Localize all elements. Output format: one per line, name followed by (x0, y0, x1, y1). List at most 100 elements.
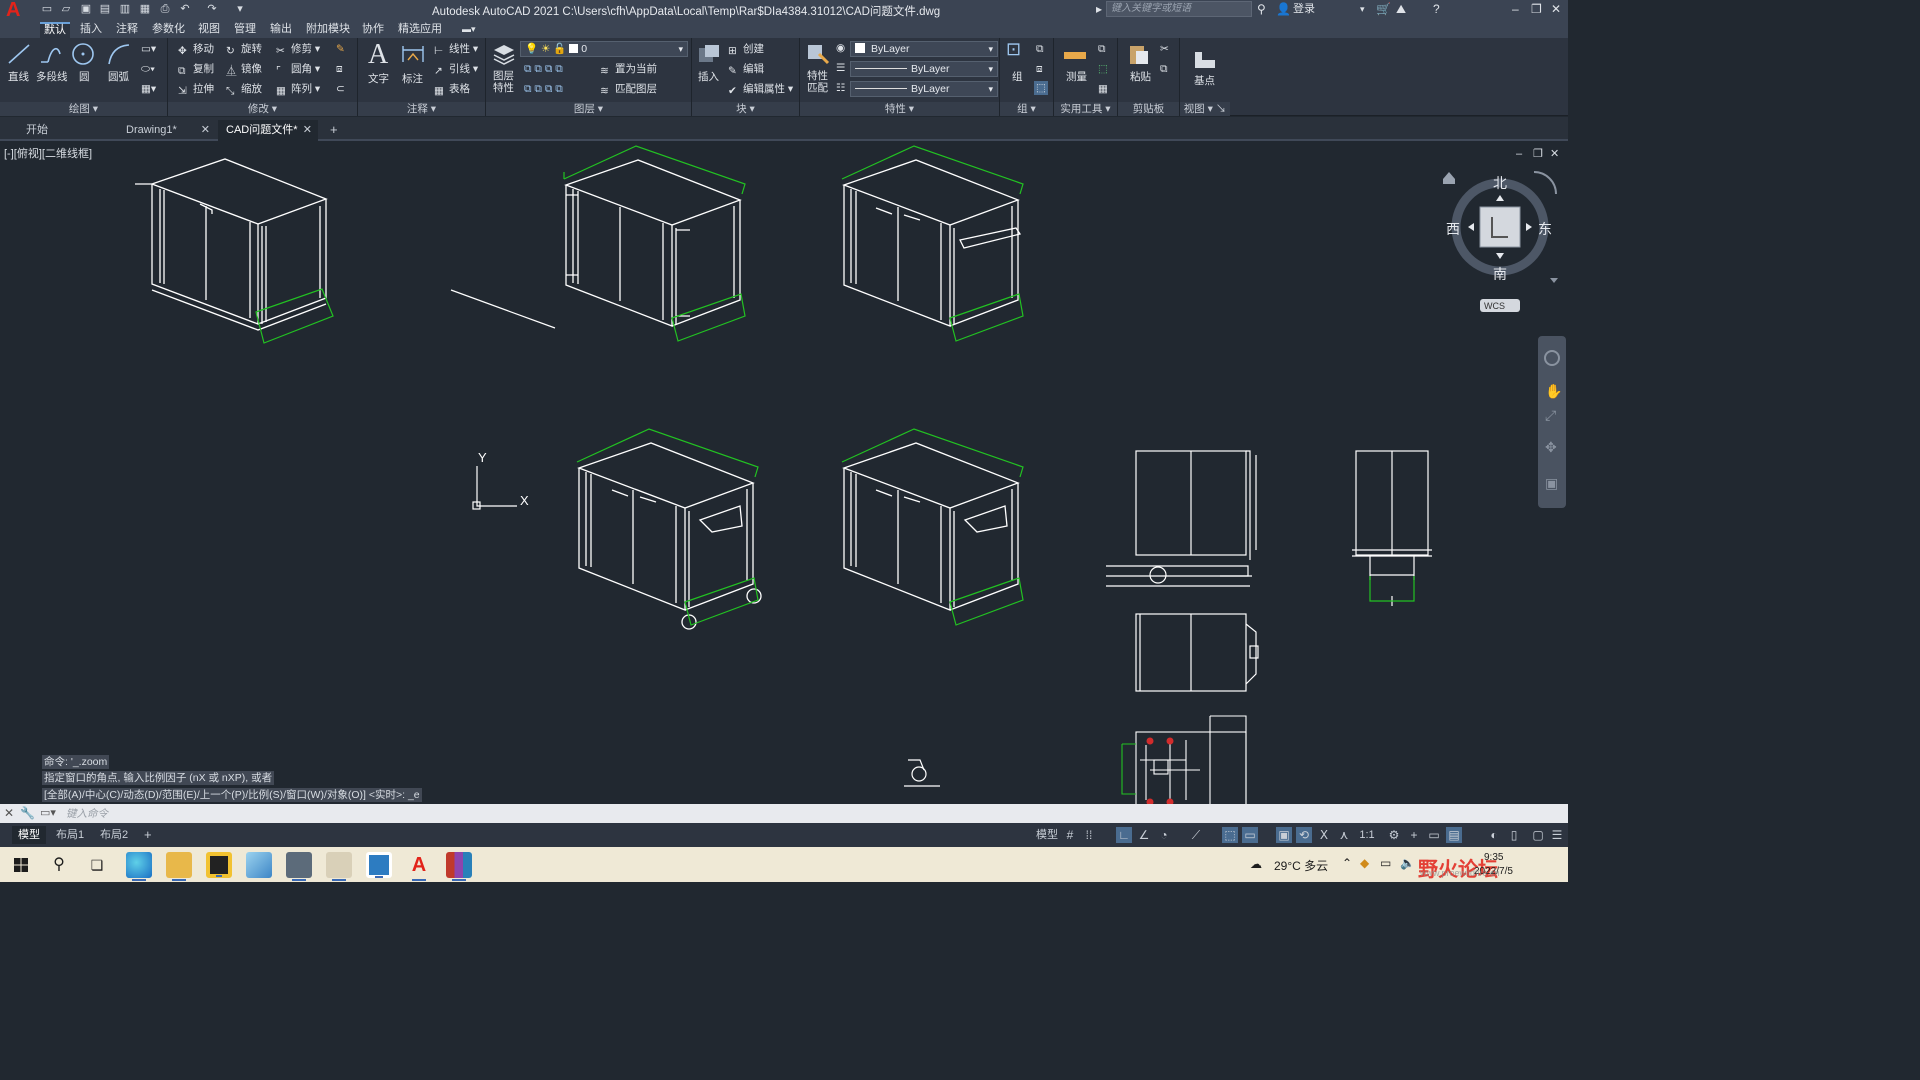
match-layer-button[interactable]: ≋ 匹配图层 (600, 82, 657, 97)
panel-modify-title[interactable]: 修改 ▾ (168, 102, 357, 116)
paste-button[interactable]: 粘贴 (1130, 70, 1151, 84)
copy-clip-icon[interactable]: ⧉ (1160, 62, 1168, 76)
file-explorer-icon[interactable] (166, 852, 192, 881)
command-input[interactable]: 键入命令 (66, 806, 108, 821)
tab-featured-apps[interactable]: 精选应用 (394, 22, 446, 38)
array-button[interactable]: ▦ 阵列 ▾ (276, 82, 320, 97)
tab-addins[interactable]: 附加模块 (302, 22, 354, 38)
login-dropdown-icon[interactable]: ▾ (1360, 2, 1365, 17)
compass-west-label[interactable]: 西 (1446, 222, 1460, 238)
compass-north-label[interactable]: 北 (1493, 176, 1507, 192)
restore-icon[interactable]: ❐ (1531, 2, 1542, 17)
app-icon-3[interactable] (366, 852, 392, 878)
tray-chevron-icon[interactable]: ⌃ (1342, 856, 1352, 870)
arc-button[interactable]: 圆弧 (108, 70, 129, 84)
explode-icon[interactable]: ⧈ (336, 62, 343, 76)
selection-cycling-icon[interactable]: ⟲ (1296, 827, 1312, 843)
app-icon-2[interactable] (326, 852, 352, 881)
ungroup-icon[interactable]: ⧉ (1036, 42, 1044, 56)
panel-block-title[interactable]: 块 ▾ (692, 102, 799, 116)
tab-annotate[interactable]: 注释 (112, 22, 142, 38)
layout-tab-model[interactable]: 模型 (12, 826, 46, 844)
object-snap-tracking-icon[interactable]: ⟋ (1188, 827, 1204, 843)
autocad-taskbar-icon[interactable]: A (406, 852, 432, 881)
tab-insert[interactable]: 插入 (76, 22, 106, 38)
text-button[interactable]: 文字 (368, 72, 389, 86)
new-file-icon[interactable]: ▭ (40, 3, 54, 16)
tab-parametric[interactable]: 参数化 (148, 22, 189, 38)
ribbon-display-toggle-icon[interactable]: ▬▾ (458, 22, 480, 38)
cabinet-iso-3[interactable] (842, 159, 1022, 327)
color-dropdown[interactable]: ByLayer ▾ (850, 41, 998, 57)
boundary-icon[interactable]: ▦▾ (141, 82, 156, 96)
annotation-visibility-icon[interactable]: Ⅹ (1316, 827, 1332, 843)
grid-icon[interactable]: # (1062, 827, 1078, 843)
snap-icon[interactable]: ⁞⁞ (1081, 827, 1097, 843)
pan-icon[interactable]: ✋ (1545, 383, 1562, 399)
rectangle-icon[interactable]: ▭▾ (141, 42, 156, 56)
layout-tab-layout2[interactable]: 布局2 (94, 826, 134, 844)
table-button[interactable]: ▦ 表格 (434, 82, 470, 97)
cut-icon[interactable]: ✂ (1160, 42, 1169, 56)
group-edit-icon[interactable]: ⧈ (1036, 62, 1043, 76)
insert-button[interactable]: 插入 (698, 70, 719, 84)
graphics-performance-icon[interactable]: ▯ (1506, 827, 1522, 843)
tab-output[interactable]: 输出 (266, 22, 296, 38)
linear-button[interactable]: ⊢ 线性 ▾ (434, 42, 478, 57)
hatch-icon[interactable]: ⬭▾ (141, 62, 155, 76)
mirror-button[interactable]: ⏅ 镜像 (226, 62, 262, 77)
customize-command-icon[interactable]: 🔧 (20, 806, 35, 820)
linetype-dropdown[interactable]: ByLayer ▾ (850, 81, 998, 97)
select-all-icon[interactable]: ⬚ (1098, 62, 1108, 76)
plot-icon[interactable]: ⎙ (158, 3, 172, 16)
model-space-toggle[interactable]: 模型 (1036, 827, 1058, 843)
customize-quick-access-icon[interactable]: ▾ (233, 3, 247, 16)
search-arrow-icon[interactable]: ▸ (1096, 2, 1102, 17)
cabinet-iso-1[interactable] (135, 158, 328, 331)
polar-icon[interactable]: ∠ (1136, 827, 1152, 843)
units-icon[interactable]: ▭ (1426, 827, 1442, 843)
offset-icon[interactable]: ⊂ (336, 82, 345, 96)
weather-text[interactable]: 29°C 多云 (1274, 857, 1328, 874)
windows-start-icon[interactable] (8, 852, 34, 878)
panel-utilities-title[interactable]: 实用工具 ▾ (1054, 102, 1117, 116)
close-icon[interactable]: ✕ (1551, 2, 1561, 17)
cabinet-iso-4[interactable] (577, 442, 762, 630)
redo-icon[interactable]: ↷ (205, 3, 219, 16)
transparency-icon[interactable]: ▣ (1276, 827, 1292, 843)
lineweight-dropdown[interactable]: ByLayer ▾ (850, 61, 998, 77)
viewport-close-icon[interactable]: ✕ (1550, 148, 1559, 160)
ortho-icon[interactable]: ∟ (1116, 827, 1132, 843)
a360-icon[interactable]: ⛰ (1396, 2, 1406, 17)
close-tab-icon[interactable]: ✕ (201, 120, 210, 140)
autocad-logo-icon[interactable]: A (6, 0, 28, 20)
cabinet-iso-2[interactable] (564, 159, 742, 327)
caster-wheel-detail[interactable] (904, 759, 940, 787)
isodraft-icon[interactable]: ◔ (1156, 827, 1172, 843)
quick-properties-icon[interactable]: ▤ (1446, 827, 1462, 843)
calculator-icon[interactable]: ▦ (1098, 82, 1108, 96)
viewport-minimize-icon[interactable]: – (1516, 148, 1523, 160)
tray-app-icon[interactable]: ◆ (1360, 856, 1369, 870)
panel-annotation-title[interactable]: 注释 ▾ (358, 102, 485, 116)
create-block-button[interactable]: ⊞ 创建 (728, 42, 764, 57)
help-icon[interactable]: ? (1433, 2, 1440, 17)
dimension-button[interactable]: 标注 (402, 72, 423, 86)
auto-scale-icon[interactable]: ⋏ (1336, 827, 1352, 843)
file-tab-drawing1[interactable]: Drawing1* ✕ (118, 120, 216, 141)
close-command-icon[interactable]: ✕ (4, 806, 14, 820)
navigation-bar[interactable]: ✋ ⤢ ✥ ▣ (1538, 336, 1566, 508)
task-view-icon[interactable]: ❏ (84, 852, 110, 878)
group-button[interactable]: 组 (1012, 70, 1023, 84)
file-tab-start[interactable]: 开始 (18, 120, 118, 141)
side-view[interactable] (1352, 450, 1432, 606)
calculator-app-icon[interactable] (286, 852, 312, 881)
object-snap-icon[interactable]: ⬚ (1222, 827, 1238, 843)
layout-tab-layout1[interactable]: 布局1 (50, 826, 90, 844)
save-icon[interactable]: ▣ (79, 3, 93, 16)
close-tab-icon[interactable]: ✕ (303, 120, 312, 140)
new-tab-button[interactable]: + (322, 120, 346, 141)
leader-button[interactable]: ↗ 引线 ▾ (434, 62, 478, 77)
layer-dropdown[interactable]: 💡 ☀ 🔓 0 ▾ (520, 41, 688, 57)
isolate-objects-icon[interactable]: ◐ (1486, 827, 1502, 843)
